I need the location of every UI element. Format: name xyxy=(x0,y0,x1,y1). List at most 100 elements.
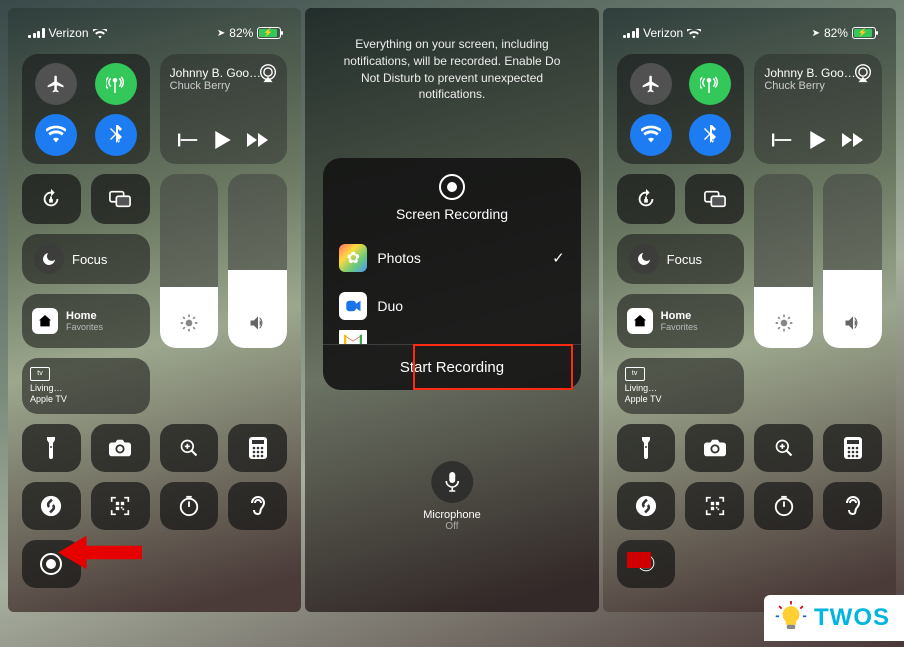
signal-strength-icon xyxy=(28,28,45,38)
airplay-icon[interactable] xyxy=(852,62,874,84)
tv-logo-icon: tv xyxy=(30,367,50,381)
screen-recording-sheet: Screen Recording ✿ Photos ✓ Duo Gmail St… xyxy=(323,158,580,390)
volume-slider[interactable] xyxy=(823,174,882,348)
screen-mirroring-button[interactable] xyxy=(685,174,744,224)
brightness-slider[interactable] xyxy=(754,174,813,348)
play-button[interactable] xyxy=(215,131,231,154)
home-subtitle: Favorites xyxy=(66,322,103,332)
volume-slider[interactable] xyxy=(228,174,287,348)
destination-option-gmail[interactable]: Gmail xyxy=(323,330,580,344)
microphone-toggle[interactable]: Microphone Off xyxy=(423,461,480,532)
moon-icon xyxy=(34,244,64,274)
antenna-icon xyxy=(700,74,720,94)
brightness-slider[interactable] xyxy=(160,174,219,348)
watermark-text: TWOS xyxy=(814,604,890,632)
shazam-icon xyxy=(635,495,657,517)
previous-track-button[interactable] xyxy=(178,133,200,152)
destination-option-photos[interactable]: ✿ Photos ✓ xyxy=(323,234,580,282)
battery-icon: ⚡ xyxy=(257,27,281,39)
timer-button[interactable] xyxy=(160,482,219,530)
magnifier-button[interactable] xyxy=(754,424,813,472)
bluetooth-icon xyxy=(702,125,718,145)
status-bar: Verizon ➤ 82% ⚡ xyxy=(603,22,896,44)
focus-button[interactable]: Focus xyxy=(22,234,150,284)
play-button[interactable] xyxy=(810,131,826,154)
orientation-lock-toggle[interactable] xyxy=(22,174,81,224)
focus-label: Focus xyxy=(667,252,702,267)
check-icon: ✓ xyxy=(552,249,565,267)
annotation-arrow xyxy=(58,534,142,574)
calculator-icon xyxy=(844,437,862,459)
next-track-button[interactable] xyxy=(247,133,269,152)
option-label: Duo xyxy=(377,298,403,314)
wifi-toggle[interactable] xyxy=(35,114,77,156)
carrier-label: Verizon xyxy=(643,26,683,40)
home-favorites-button[interactable]: HomeFavorites xyxy=(617,294,745,348)
qr-scanner-button[interactable] xyxy=(91,482,150,530)
location-arrow-icon: ➤ xyxy=(217,28,225,39)
magnifier-button[interactable] xyxy=(160,424,219,472)
destination-option-duo[interactable]: Duo xyxy=(323,282,580,330)
now-playing-card[interactable]: Johnny B. Goo… Chuck Berry xyxy=(160,54,288,164)
timer-button[interactable] xyxy=(754,482,813,530)
recording-disclaimer: Everything on your screen, including not… xyxy=(335,36,568,103)
airplane-mode-toggle[interactable] xyxy=(35,63,77,105)
home-icon xyxy=(32,308,58,334)
flashlight-button[interactable] xyxy=(22,424,81,472)
hearing-button[interactable] xyxy=(228,482,287,530)
orientation-lock-toggle[interactable] xyxy=(617,174,676,224)
wifi-status-icon xyxy=(687,28,701,38)
screen-mirroring-button[interactable] xyxy=(91,174,150,224)
apple-tv-remote-button[interactable]: tv Living… Apple TV xyxy=(22,358,150,414)
previous-track-button[interactable] xyxy=(772,133,794,152)
bluetooth-toggle[interactable] xyxy=(689,114,731,156)
duo-app-icon xyxy=(339,292,367,320)
control-center-panel-left: Verizon ➤ 82% ⚡ xyxy=(8,8,301,612)
next-track-button[interactable] xyxy=(842,133,864,152)
tv-logo-icon: tv xyxy=(625,367,645,381)
microphone-icon xyxy=(431,461,473,503)
shazam-button[interactable] xyxy=(22,482,81,530)
qr-icon xyxy=(110,496,130,516)
calculator-button[interactable] xyxy=(823,424,882,472)
timer-icon xyxy=(773,495,795,517)
shazam-button[interactable] xyxy=(617,482,676,530)
airplane-mode-toggle[interactable] xyxy=(630,63,672,105)
ear-icon xyxy=(249,495,267,517)
connectivity-card xyxy=(22,54,150,164)
flashlight-button[interactable] xyxy=(617,424,676,472)
wifi-icon xyxy=(46,125,66,145)
cellular-data-toggle[interactable] xyxy=(95,63,137,105)
cellular-data-toggle[interactable] xyxy=(689,63,731,105)
start-recording-button[interactable]: Start Recording xyxy=(323,344,580,390)
magnifier-icon xyxy=(179,438,199,458)
tv-line1: Living… xyxy=(30,383,142,394)
camera-button[interactable] xyxy=(685,424,744,472)
media-track-title: Johnny B. Goo… xyxy=(764,66,864,80)
timer-icon xyxy=(178,495,200,517)
moon-icon xyxy=(629,244,659,274)
carrier-label: Verizon xyxy=(49,26,89,40)
now-playing-card[interactable]: Johnny B. Goo… Chuck Berry xyxy=(754,54,882,164)
speaker-icon xyxy=(248,313,268,338)
wifi-toggle[interactable] xyxy=(630,114,672,156)
watermark-logo: TWOS xyxy=(764,595,904,641)
connectivity-card xyxy=(617,54,745,164)
hearing-button[interactable] xyxy=(823,482,882,530)
apple-tv-remote-button[interactable]: tv Living… Apple TV xyxy=(617,358,745,414)
home-title: Home xyxy=(661,310,698,322)
camera-button[interactable] xyxy=(91,424,150,472)
home-favorites-button[interactable]: Home Favorites xyxy=(22,294,150,348)
annotation-arrow-fragment xyxy=(627,552,651,568)
battery-percent: 82% xyxy=(824,26,848,40)
sheet-title: Screen Recording xyxy=(323,206,580,222)
speaker-icon xyxy=(843,313,863,338)
focus-button[interactable]: Focus xyxy=(617,234,745,284)
qr-icon xyxy=(705,496,725,516)
record-icon xyxy=(439,174,465,200)
control-center-panel-right: Verizon ➤ 82% ⚡ Johnny B. Goo… Chuck Ber… xyxy=(603,8,896,612)
qr-scanner-button[interactable] xyxy=(685,482,744,530)
calculator-button[interactable] xyxy=(228,424,287,472)
airplay-icon[interactable] xyxy=(257,62,279,84)
bluetooth-toggle[interactable] xyxy=(95,114,137,156)
